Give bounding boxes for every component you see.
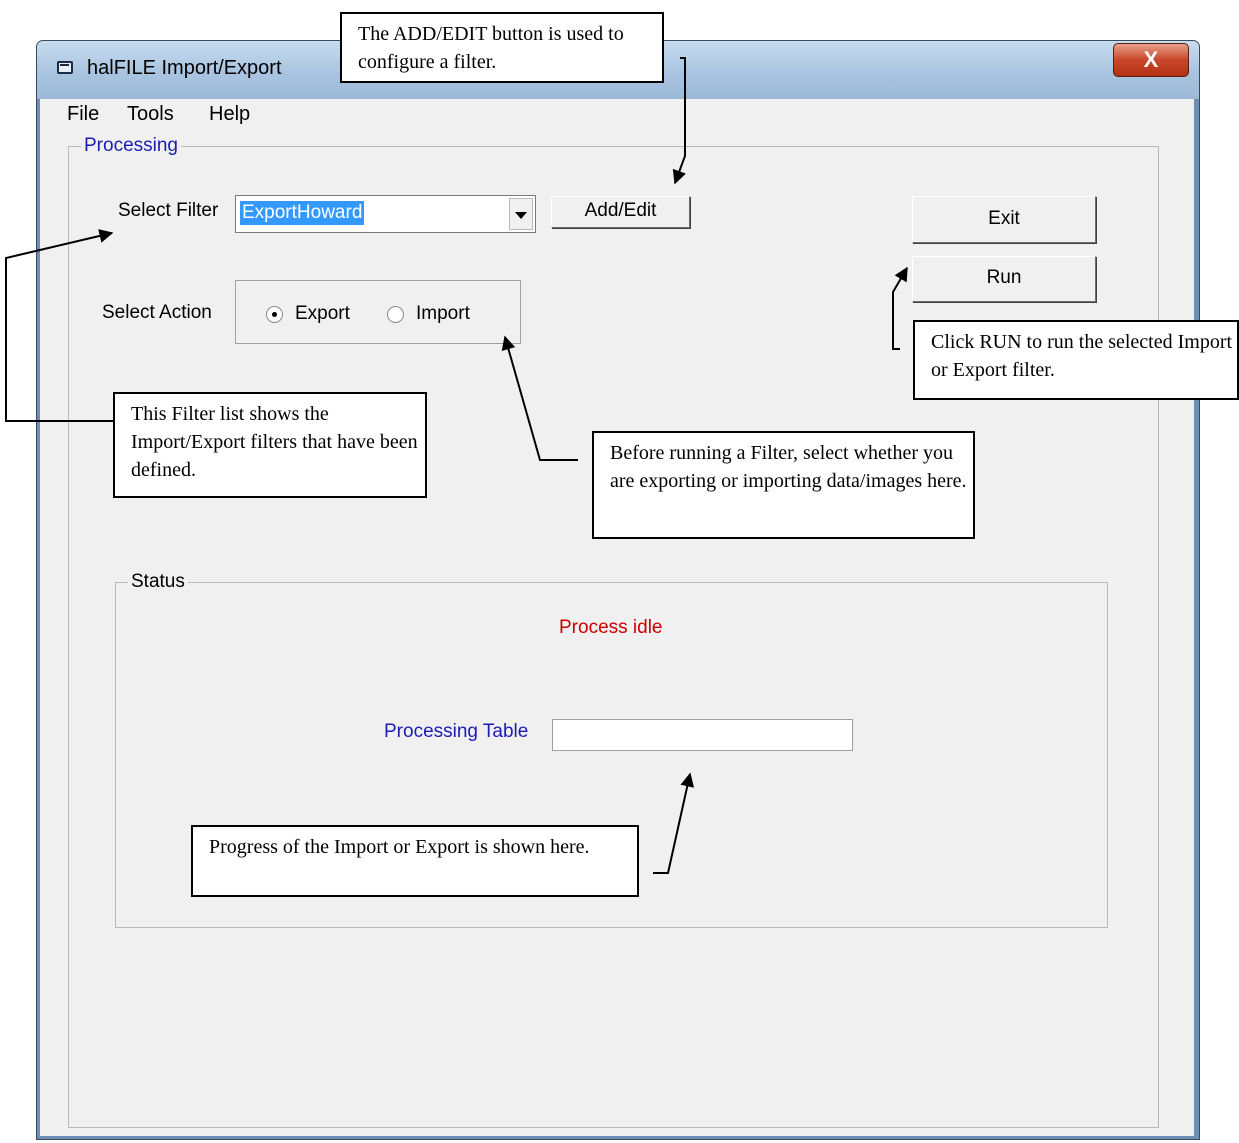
- callout-arrows: [5, 57, 908, 874]
- action-arrow: [501, 335, 578, 461]
- run-arrow: [892, 266, 908, 350]
- add-edit-arrow: [672, 57, 686, 185]
- progress-arrow: [653, 772, 695, 874]
- filter-list-arrow: [5, 229, 114, 422]
